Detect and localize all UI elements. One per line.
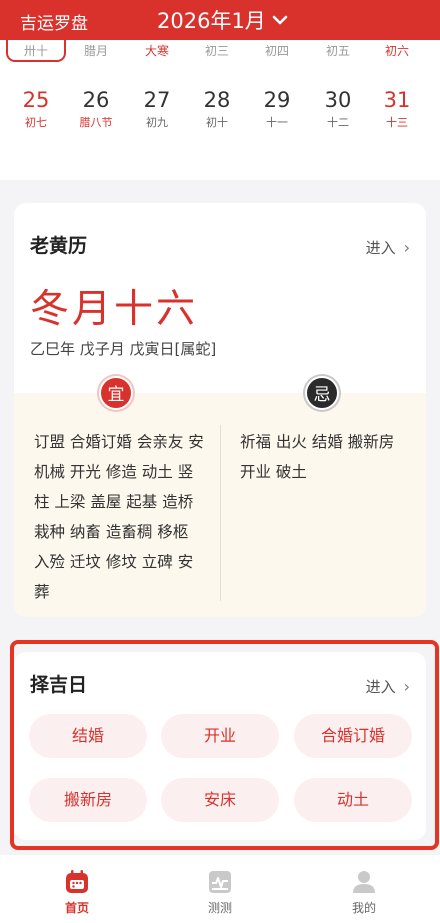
- month-selector[interactable]: 2026年1月: [157, 5, 288, 35]
- chevron-right-icon: ›: [403, 238, 410, 257]
- yi-ji-divider: [220, 425, 221, 601]
- day-number: 27: [143, 88, 171, 112]
- lunar-day: 初十: [206, 116, 228, 129]
- calendar-day-cell[interactable]: 初四: [247, 42, 307, 59]
- tab-label: 我的: [351, 901, 376, 915]
- calendar-day-cell[interactable]: 25 初七: [6, 88, 66, 130]
- bottom-tab-bar: 首页 测测 我的: [0, 855, 440, 923]
- calendar-day-cell[interactable]: 29 十一: [247, 88, 307, 130]
- tab-label: 首页: [64, 901, 89, 915]
- calendar-day-cell[interactable]: 31 十三: [367, 88, 427, 130]
- lunar-day: 初七: [25, 116, 47, 129]
- calendar-day-cell[interactable]: 初六: [367, 42, 427, 59]
- day-number: 30: [324, 88, 352, 112]
- enter-label: 进入: [365, 678, 396, 696]
- chip-moving[interactable]: 搬新房: [29, 778, 147, 822]
- lunar-day: 初九: [146, 116, 168, 129]
- day-number: 31: [383, 88, 411, 112]
- calendar-row-week: 25 初七 26 腊八节 27 初九 28 初十 29 十一 30 十二 31 …: [0, 88, 440, 138]
- day-number: 26: [82, 88, 110, 112]
- almanac-enter-link[interactable]: 进入 ›: [366, 237, 410, 258]
- chip-bed-install[interactable]: 安床: [161, 778, 279, 822]
- calendar-day-cell[interactable]: 30 十二: [308, 88, 368, 130]
- month-label: 2026年1月: [157, 9, 266, 33]
- calendar-day-cell[interactable]: 初三: [187, 42, 247, 59]
- yi-list: 订盟 合婚订婚 会亲友 安机械 开光 修造 动土 竖柱 上梁 盖屋 起基 造桥 …: [34, 433, 204, 601]
- almanac-card: 老黄历 进入 › 冬月十六 乙巳年 戊子月 戊寅日[属蛇] 宜 忌 订盟 合婚订…: [14, 203, 426, 617]
- calendar-grid: 卅十 腊月 大寒 初三 初四 初五 初六 25 初七 26 腊八节 27 初九 …: [0, 40, 440, 180]
- day-number: 28: [203, 88, 231, 112]
- lunar-day: 腊八节: [79, 116, 113, 129]
- app-title: 吉运罗盘: [20, 14, 88, 34]
- day-number: 25: [22, 88, 50, 112]
- chart-test-icon: [209, 871, 231, 893]
- calendar-row-partial: 卅十 腊月 大寒 初三 初四 初五 初六: [0, 40, 440, 66]
- user-profile-icon: [353, 871, 375, 893]
- lunar-day: 十二: [327, 116, 349, 129]
- calendar-day-cell[interactable]: 27 初九: [127, 88, 187, 130]
- tab-home[interactable]: 首页: [37, 869, 117, 916]
- auspicious-title: 择吉日: [30, 674, 88, 696]
- chip-engagement[interactable]: 合婚订婚: [294, 714, 412, 758]
- tab-label: 测测: [207, 901, 232, 915]
- lunar-date: 冬月十六: [30, 287, 199, 332]
- enter-label: 进入: [365, 239, 396, 257]
- auspicious-enter-link[interactable]: 进入 ›: [366, 676, 410, 697]
- app-header: 吉运罗盘 2026年1月: [0, 0, 440, 40]
- day-number: 29: [263, 88, 291, 112]
- chip-opening[interactable]: 开业: [161, 714, 279, 758]
- lunar-day: 十一: [266, 116, 288, 129]
- ji-badge-icon: 忌: [305, 376, 339, 410]
- almanac-title: 老黄历: [30, 235, 88, 257]
- ji-list: 祈福 出火 结婚 搬新房 开业 破土: [240, 433, 395, 481]
- auspicious-day-card: 择吉日 进入 › 结婚 开业 合婚订婚 搬新房 安床 动土: [14, 652, 426, 840]
- calendar-day-cell[interactable]: 卅十: [6, 40, 66, 62]
- calendar-day-cell[interactable]: 大寒: [127, 42, 187, 59]
- chip-marriage[interactable]: 结婚: [29, 714, 147, 758]
- calendar-day-cell[interactable]: 26 腊八节: [66, 88, 126, 130]
- calendar-home-icon: [66, 870, 88, 893]
- chip-groundbreaking[interactable]: 动土: [294, 778, 412, 822]
- chevron-right-icon: ›: [403, 677, 410, 696]
- calendar-day-cell[interactable]: 腊月: [66, 42, 126, 59]
- calendar-day-cell[interactable]: 初五: [308, 42, 368, 59]
- yi-badge-icon: 宜: [99, 376, 133, 410]
- tab-test[interactable]: 测测: [180, 869, 260, 916]
- tab-profile[interactable]: 我的: [324, 869, 404, 916]
- lunar-day: 十三: [386, 116, 408, 129]
- chevron-down-icon: [272, 15, 288, 25]
- yi-ji-panel: 宜 忌 订盟 合婚订婚 会亲友 安机械 开光 修造 动土 竖柱 上梁 盖屋 起基…: [14, 376, 426, 617]
- ganzhi-text: 乙巳年 戊子月 戊寅日[属蛇]: [30, 340, 217, 358]
- calendar-day-cell[interactable]: 28 初十: [187, 88, 247, 130]
